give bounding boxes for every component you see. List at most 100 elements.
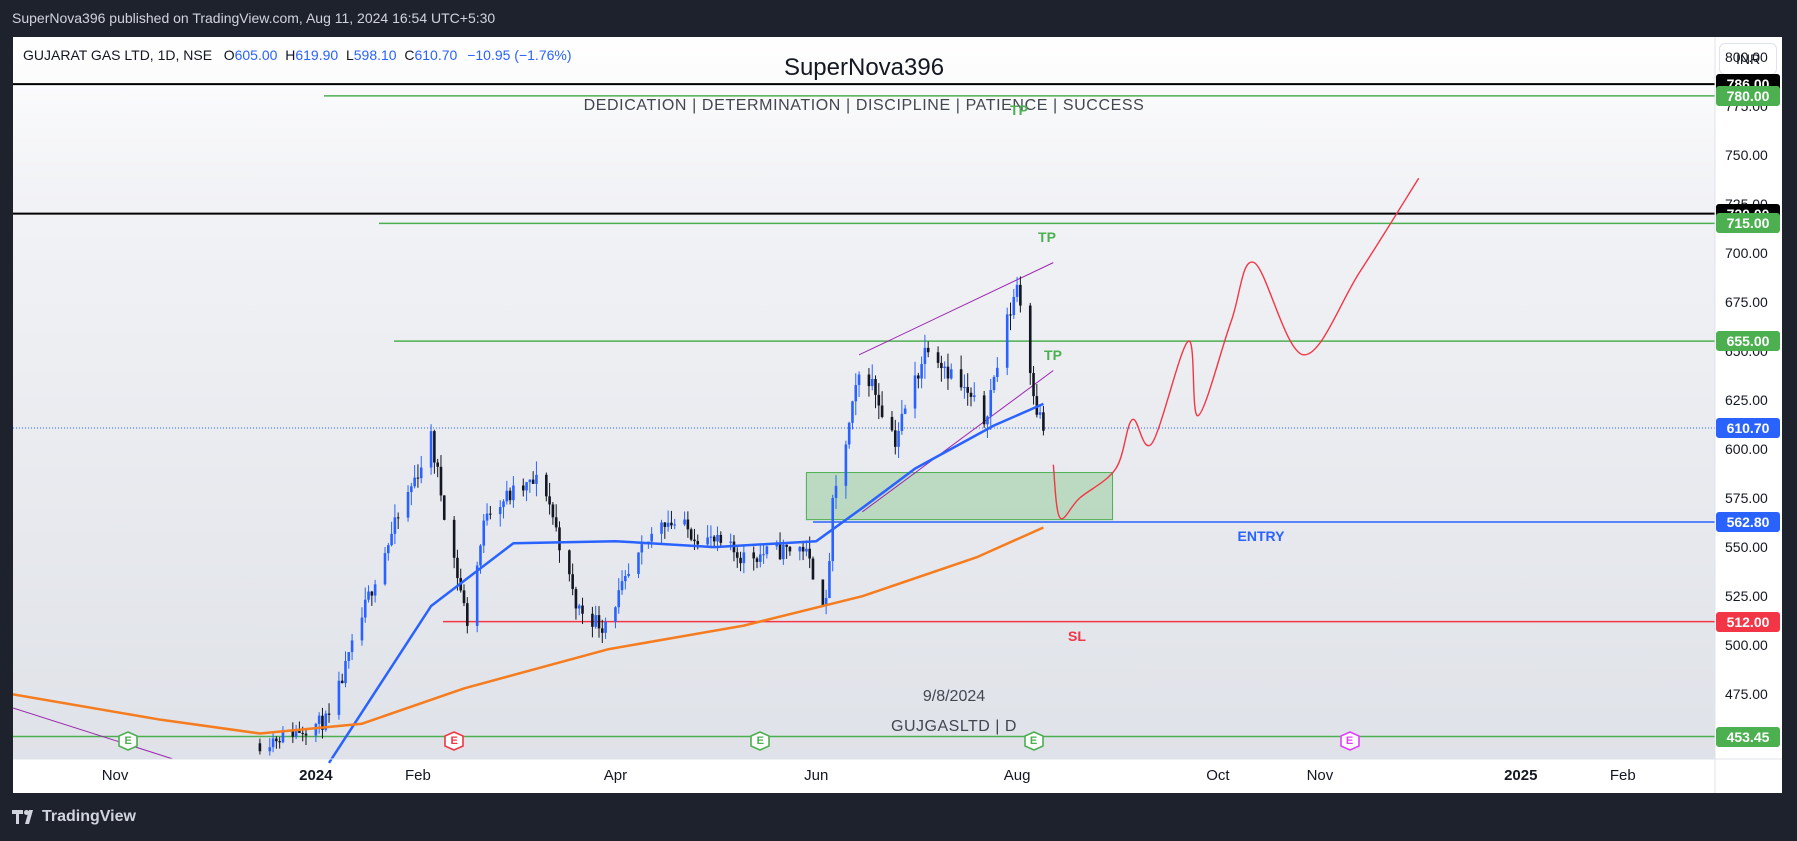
candle-body [706, 537, 709, 545]
candle-body [693, 539, 696, 542]
candle-body [512, 485, 515, 501]
published-header: SuperNova396 published on TradingView.co… [12, 10, 496, 26]
candle-body [989, 390, 993, 417]
earnings-badge-label: E [756, 735, 764, 747]
candle-body [1015, 284, 1019, 297]
candle-body [604, 621, 607, 633]
earnings-badge[interactable]: E [444, 731, 464, 751]
candle-body [696, 541, 700, 545]
candle-body [617, 590, 621, 608]
time-tick-label: Apr [603, 767, 628, 784]
candle-body [1005, 314, 1009, 368]
tradingview-logo-icon [12, 810, 33, 824]
level-annotation-tp: TP [1038, 229, 1056, 246]
legend-change: −10.95 (−1.76%) [467, 47, 572, 63]
candle-body [406, 492, 410, 518]
price-chart[interactable] [13, 37, 1782, 793]
candle-body [551, 504, 555, 518]
candle-body [828, 561, 831, 599]
candle-body [301, 732, 305, 734]
candle-body [913, 375, 917, 409]
tradingview-logo[interactable]: TradingView [12, 808, 136, 826]
time-tick-label: Feb [1609, 767, 1636, 784]
candle-body [344, 660, 347, 684]
candle-body [271, 738, 275, 748]
candle-body [778, 543, 782, 560]
candle-body [489, 513, 492, 515]
candle-body [811, 558, 815, 580]
price-level-label: 610.70 [1716, 418, 1780, 439]
level-annotation-sl: SL [1068, 627, 1086, 644]
level-annotation-entry: ENTRY [1237, 527, 1285, 544]
time-tick-label: 2024 [299, 767, 333, 784]
earnings-badge[interactable]: E [750, 731, 771, 751]
candle-body [363, 599, 367, 618]
price-tick-label: 600.00 [1725, 441, 1768, 457]
time-tick-label: Oct [1206, 767, 1230, 784]
earnings-badge[interactable]: E [1339, 731, 1360, 751]
candle-body [531, 479, 535, 484]
tradingview-logo-text: TradingView [42, 808, 136, 825]
price-level-label: 655.00 [1716, 331, 1780, 352]
candle-body [600, 628, 604, 633]
earnings-badge[interactable]: E [1023, 731, 1044, 751]
candle-body [966, 387, 970, 393]
candle-body [959, 369, 963, 388]
candle-body [525, 482, 528, 491]
legend-l-label: L [345, 47, 354, 63]
candle-body [847, 422, 851, 445]
candle-body [752, 552, 756, 559]
candle-body [383, 553, 387, 585]
candle-body [936, 352, 940, 363]
candle-body [963, 387, 966, 389]
earnings-badge-label: E [1029, 735, 1038, 747]
candle-body [689, 529, 693, 540]
candle-body [373, 584, 377, 596]
candle-body [591, 613, 594, 627]
candle-body [479, 545, 482, 566]
candle-body [785, 544, 788, 547]
candle-body [946, 366, 950, 379]
demand-zone [805, 472, 1114, 521]
candle-body [1028, 305, 1032, 374]
candle-body [574, 589, 578, 609]
earnings-badge-label: E [450, 735, 458, 747]
chart-frame[interactable]: SuperNova396 DEDICATION | DETERMINATION … [13, 37, 1782, 793]
price-level-label: 715.00 [1716, 213, 1780, 234]
price-tick-label: 800.00 [1725, 48, 1768, 65]
candle-body [627, 573, 630, 576]
legend-h-label: H [285, 47, 296, 63]
candle-body [926, 347, 930, 353]
candle-body [666, 522, 670, 527]
candle-body [456, 557, 459, 579]
candle-body [327, 713, 331, 715]
candle-body [317, 715, 321, 724]
candle-body [663, 522, 667, 527]
earnings-badge[interactable]: E [118, 731, 139, 751]
price-tick-label: 700.00 [1725, 244, 1768, 261]
candle-body [854, 385, 858, 402]
level-annotation-tp: TP [1010, 101, 1028, 118]
candle-body [502, 501, 505, 508]
candle-body [594, 615, 597, 627]
candle-body [857, 374, 861, 386]
level-annotation-tp: TP [1044, 347, 1062, 364]
candle-body [782, 544, 785, 560]
candle-body [370, 591, 374, 596]
candle-body [729, 541, 732, 543]
candle-body [393, 517, 397, 534]
candle-body [897, 430, 900, 447]
candle-body [920, 364, 923, 379]
candle-body [1009, 314, 1012, 316]
candle-body [521, 485, 525, 491]
legend-name: GUJARAT GAS LTD, 1D, NSE [23, 47, 213, 63]
candle-body [940, 362, 943, 369]
earnings-badge-label: E [124, 735, 132, 747]
candle-body [949, 369, 953, 379]
candle-body [683, 519, 686, 525]
candle-body [558, 527, 561, 551]
candle-body [304, 733, 308, 736]
candle-body [1032, 373, 1035, 397]
candle-body [390, 533, 393, 546]
candle-body [867, 374, 871, 387]
